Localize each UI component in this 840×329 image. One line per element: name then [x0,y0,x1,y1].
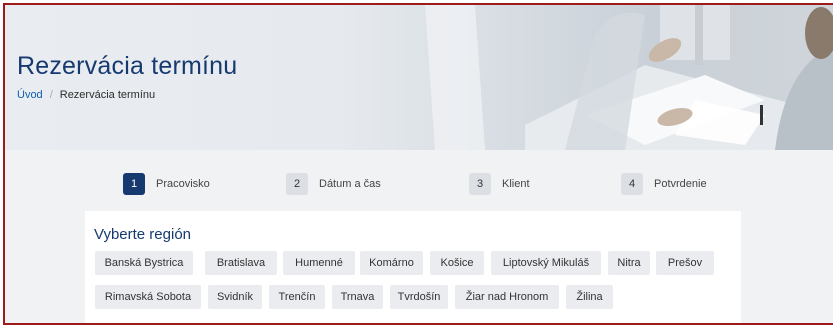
step-number: 3 [469,173,491,195]
page-frame: Rezervácia termínu Úvod / Rezervácia termí… [3,3,833,325]
page-title: Rezervácia termínu [17,52,238,80]
region-button-banska-bystrica[interactable]: Banská Bystrica [95,251,193,275]
region-button-humenne[interactable]: Humenné [283,251,355,275]
region-button-svidnik[interactable]: Svidník [208,285,262,309]
step-number: 4 [621,173,643,195]
step-4-potvrdenie[interactable]: 4 Potvrdenie [621,173,707,195]
breadcrumb-home-link[interactable]: Úvod [17,89,43,101]
region-button-rimavska-sobota[interactable]: Rimavská Sobota [95,285,201,309]
step-number: 2 [286,173,308,195]
region-panel: Vyberte región Banská Bystrica Bratislav… [85,211,741,323]
step-label: Klient [502,178,530,190]
region-button-ziar-nad-hronom[interactable]: Žiar nad Hronom [455,285,559,309]
breadcrumb: Úvod / Rezervácia termínu [17,89,155,101]
step-label: Dátum a čas [319,178,381,190]
region-button-presov[interactable]: Prešov [656,251,714,275]
region-button-kosice[interactable]: Košice [430,251,484,275]
region-button-bratislava[interactable]: Bratislava [205,251,277,275]
region-button-tvrdosin[interactable]: Tvrdošín [390,285,448,309]
hero-banner: Rezervácia termínu Úvod / Rezervácia termí… [5,5,833,150]
region-button-zilina[interactable]: Žilina [566,285,613,309]
region-button-komarno[interactable]: Komárno [360,251,423,275]
step-2-datum-a-cas[interactable]: 2 Dátum a čas [286,173,381,195]
step-3-klient[interactable]: 3 Klient [469,173,530,195]
breadcrumb-separator: / [49,89,53,101]
booking-steps: 1 Pracovisko 2 Dátum a čas 3 Klient 4 Po… [5,173,833,197]
step-number: 1 [123,173,145,195]
region-button-trnava[interactable]: Trnava [332,285,383,309]
region-button-nitra[interactable]: Nitra [608,251,650,275]
breadcrumb-current: Rezervácia termínu [59,89,156,101]
step-1-pracovisko[interactable]: 1 Pracovisko [123,173,210,195]
step-label: Pracovisko [156,178,210,190]
region-section-title: Vyberte región [94,226,192,243]
step-label: Potvrdenie [654,178,707,190]
region-button-liptovsky-mikulas[interactable]: Liptovský Mikuláš [491,251,601,275]
region-button-trencin[interactable]: Trenčín [269,285,325,309]
